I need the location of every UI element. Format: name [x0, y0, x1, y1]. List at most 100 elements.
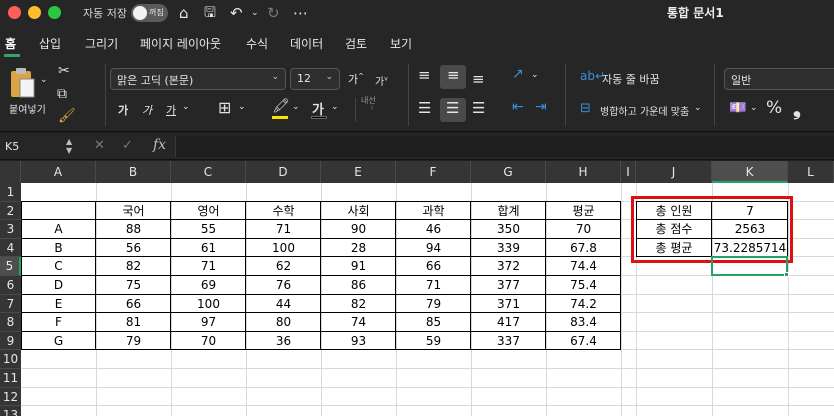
confirm-entry-icon[interactable]: ✓	[122, 138, 133, 153]
table-cell[interactable]: 62	[246, 257, 321, 276]
italic-button[interactable]: 가	[142, 102, 152, 118]
tab-draw[interactable]: 그리기	[85, 35, 118, 52]
column-header-c[interactable]: C	[171, 161, 246, 183]
row-header-9[interactable]: 9	[0, 331, 21, 351]
align-left-icon[interactable]: ☰	[418, 99, 431, 117]
tab-insert[interactable]: 삽입	[39, 35, 61, 52]
table-cell[interactable]: 76	[246, 276, 321, 295]
table-cell[interactable]: 339	[471, 239, 546, 258]
row-header-7[interactable]: 7	[0, 294, 21, 314]
table-cell[interactable]: 67.8	[546, 239, 621, 258]
table-cell[interactable]: C	[21, 257, 96, 276]
row-header-1[interactable]: 1	[0, 183, 21, 202]
table-cell[interactable]: 66	[396, 257, 471, 276]
font-size-select[interactable]: 12 ⌄	[290, 68, 340, 90]
column-header-a[interactable]: A	[21, 161, 96, 183]
table-cell[interactable]: 100	[246, 239, 321, 258]
table-cell[interactable]: 83.4	[546, 313, 621, 332]
table-cell[interactable]: 66	[96, 295, 171, 314]
align-center-button[interactable]: ☰	[440, 98, 466, 122]
zoom-window-button[interactable]	[48, 6, 61, 19]
table-cell[interactable]: 371	[471, 295, 546, 314]
autosave-toggle[interactable]: 꺼짐	[131, 4, 168, 22]
align-bottom-icon[interactable]: ≡	[472, 70, 485, 88]
table-header-cell[interactable]: 합계	[471, 202, 546, 221]
merge-center-button[interactable]: 병합하고 가운데 맞춤	[600, 103, 689, 118]
percent-button[interactable]: %	[766, 98, 782, 118]
format-painter-icon[interactable]: 🖌	[58, 108, 76, 124]
merge-chevron-icon[interactable]: ⌄	[694, 103, 702, 113]
tab-home[interactable]: 홈	[5, 35, 16, 52]
table-cell[interactable]: G	[21, 332, 96, 351]
column-header-g[interactable]: G	[471, 161, 546, 183]
table-cell[interactable]: 46	[396, 220, 471, 239]
row-header-13[interactable]: 13	[0, 406, 21, 416]
row-header-12[interactable]: 12	[0, 387, 21, 407]
column-header-d[interactable]: D	[246, 161, 321, 183]
table-cell[interactable]: 337	[471, 332, 546, 351]
home-icon[interactable]: ⌂	[179, 3, 189, 23]
align-top-icon[interactable]: ≡	[418, 66, 431, 84]
table-cell[interactable]: 81	[96, 313, 171, 332]
font-color-chevron-icon[interactable]: ⌄	[331, 102, 339, 112]
paste-icon[interactable]	[10, 67, 36, 102]
table-cell[interactable]: 91	[321, 257, 396, 276]
undo-icon[interactable]: ↶	[230, 3, 243, 23]
more-commands-icon[interactable]: ⋯	[293, 3, 308, 23]
minimize-window-button[interactable]	[28, 6, 41, 19]
decrease-indent-icon[interactable]: ⇤	[512, 99, 524, 115]
tab-view[interactable]: 보기	[390, 35, 412, 52]
table-header-cell[interactable]: 영어	[171, 202, 246, 221]
orientation-chevron-icon[interactable]: ⌄	[531, 70, 539, 80]
table-cell[interactable]: 56	[96, 239, 171, 258]
table-cell[interactable]: 55	[171, 220, 246, 239]
table-header-cell[interactable]: 수학	[246, 202, 321, 221]
table-cell[interactable]: 372	[471, 257, 546, 276]
column-header-j[interactable]: J	[636, 161, 712, 183]
fill-color-icon[interactable]: 🖍	[272, 98, 290, 114]
table-header-cell[interactable]	[21, 202, 96, 221]
tab-data[interactable]: 데이터	[290, 35, 323, 52]
column-header-k[interactable]: K	[712, 161, 788, 183]
table-cell[interactable]: 377	[471, 276, 546, 295]
table-header-cell[interactable]: 과학	[396, 202, 471, 221]
column-header-l[interactable]: L	[788, 161, 834, 183]
name-box-stepper-icon[interactable]: ▲ ▼	[66, 137, 72, 155]
table-cell[interactable]: 74.4	[546, 257, 621, 276]
bold-button[interactable]: 가	[118, 102, 128, 118]
name-box[interactable]: K5 ▲ ▼	[0, 133, 84, 160]
close-window-button[interactable]	[8, 6, 21, 19]
redo-icon[interactable]: ↻	[267, 3, 280, 23]
increase-indent-icon[interactable]: ⇥	[535, 99, 547, 115]
merge-center-icon[interactable]: ⊟	[580, 101, 591, 116]
grow-font-button[interactable]: 가^	[348, 71, 364, 87]
font-name-select[interactable]: 맑은 고딕 (본문) ⌄	[110, 68, 286, 90]
table-header-cell[interactable]: 평균	[546, 202, 621, 221]
row-header-2[interactable]: 2	[0, 201, 21, 221]
table-header-cell[interactable]: 국어	[96, 202, 171, 221]
table-cell[interactable]: 97	[171, 313, 246, 332]
table-cell[interactable]: 74	[321, 313, 396, 332]
table-cell[interactable]: 86	[321, 276, 396, 295]
table-cell[interactable]: 90	[321, 220, 396, 239]
underline-button[interactable]: 가	[166, 102, 176, 118]
tab-formulas[interactable]: 수식	[246, 35, 268, 52]
table-cell[interactable]: 61	[171, 239, 246, 258]
table-cell[interactable]: 80	[246, 313, 321, 332]
table-cell[interactable]: 70	[171, 332, 246, 351]
selected-cell[interactable]	[711, 256, 788, 276]
cancel-entry-icon[interactable]: ✕	[94, 138, 105, 153]
row-header-5[interactable]: 5	[0, 257, 21, 276]
tab-page-layout[interactable]: 페이지 레이아웃	[140, 35, 221, 52]
number-format-select[interactable]: 일반	[724, 68, 834, 90]
table-cell[interactable]: 417	[471, 313, 546, 332]
wrap-text-button[interactable]: 자동 줄 바꿈	[602, 71, 660, 87]
align-middle-button[interactable]: ≡	[440, 65, 466, 89]
save-icon[interactable]: 🖫	[204, 3, 216, 23]
borders-icon[interactable]: ⊞	[218, 98, 231, 117]
accounting-format-icon[interactable]: 💷	[729, 100, 746, 116]
select-all-corner[interactable]	[0, 161, 21, 183]
column-header-i[interactable]: I	[621, 161, 636, 183]
shrink-font-button[interactable]: 가v	[375, 73, 388, 88]
table-cell[interactable]: 70	[546, 220, 621, 239]
